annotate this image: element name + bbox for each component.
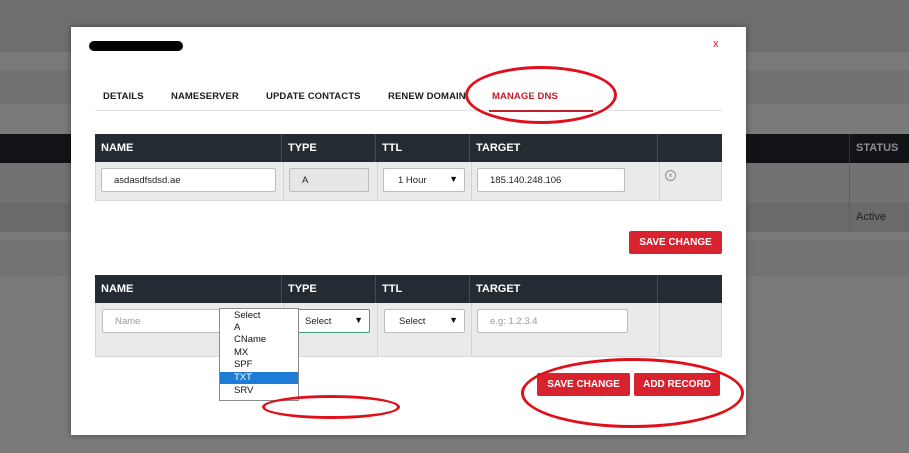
divider	[471, 303, 472, 357]
bg-status-cell-empty	[849, 163, 909, 203]
add-record-button[interactable]: ADD RECORD	[634, 373, 720, 396]
type-value: Select	[305, 316, 332, 327]
table-row: Name Select ▼ Select ▼ e.g: 1.2.3.4	[95, 303, 722, 357]
col-actions	[658, 134, 722, 162]
option-cname[interactable]: CName	[220, 334, 298, 346]
domain-modal: x DETAILS NAMESERVER UPDATE CONTACTS REN…	[71, 27, 746, 435]
record-ttl-select[interactable]: 1 Hour ▼	[383, 168, 465, 192]
bg-status-value: Active	[849, 203, 909, 232]
ttl-value: 1 Hour	[398, 175, 427, 186]
close-icon[interactable]: x	[713, 38, 719, 50]
tab-renew-domain[interactable]: RENEW DOMAIN	[388, 91, 466, 102]
col-type: TYPE	[282, 275, 376, 303]
col-ttl: TTL	[376, 275, 470, 303]
tab-bar: DETAILS NAMESERVER UPDATE CONTACTS RENEW…	[95, 73, 722, 112]
new-ttl-select[interactable]: Select ▼	[384, 309, 465, 333]
active-tab-indicator	[489, 110, 593, 112]
caret-down-icon: ▼	[354, 315, 363, 325]
caret-down-icon: ▼	[449, 174, 458, 184]
option-txt[interactable]: TXT	[220, 372, 298, 384]
col-name: NAME	[95, 275, 282, 303]
divider	[283, 162, 284, 201]
option-a[interactable]: A	[220, 322, 298, 334]
remove-record-icon[interactable]: ×	[665, 170, 676, 181]
option-mx[interactable]: MX	[220, 347, 298, 359]
redacted-title	[89, 41, 183, 51]
existing-records-table: NAME TYPE TTL TARGET asdasdfsdsd.ae A 1 …	[95, 134, 722, 201]
table-header: NAME TYPE TTL TARGET	[95, 275, 722, 303]
option-spf[interactable]: SPF	[220, 359, 298, 369]
col-ttl: TTL	[376, 134, 470, 162]
record-type-field: A	[289, 168, 369, 192]
divider	[471, 162, 472, 201]
col-name: NAME	[95, 134, 282, 162]
divider	[659, 303, 660, 357]
save-change-button-bottom[interactable]: SAVE CHANGE	[537, 373, 630, 396]
table-header: NAME TYPE TTL TARGET	[95, 134, 722, 162]
option-srv[interactable]: SRV	[220, 385, 298, 397]
col-actions	[658, 275, 722, 303]
new-target-input[interactable]: e.g: 1.2.3.4	[477, 309, 628, 333]
caret-down-icon: ▼	[449, 315, 458, 325]
col-target: TARGET	[470, 134, 658, 162]
divider	[377, 303, 378, 357]
type-dropdown-list: Select A CName MX SPF TXT SRV	[219, 308, 299, 401]
table-row: asdasdfsdsd.ae A 1 Hour ▼ 185.140.248.10…	[95, 162, 722, 201]
tab-update-contacts[interactable]: UPDATE CONTACTS	[266, 91, 361, 102]
col-target: TARGET	[470, 275, 658, 303]
tab-manage-dns[interactable]: MANAGE DNS	[492, 91, 558, 102]
col-type: TYPE	[282, 134, 376, 162]
tab-nameserver[interactable]: NAMESERVER	[171, 91, 239, 102]
bg-status-header: STATUS	[849, 134, 909, 163]
new-type-select[interactable]: Select ▼	[290, 309, 370, 333]
tab-details[interactable]: DETAILS	[103, 91, 144, 102]
record-name-field[interactable]: asdasdfsdsd.ae	[101, 168, 276, 192]
save-change-button-top[interactable]: SAVE CHANGE	[629, 231, 722, 254]
ttl-value: Select	[399, 316, 426, 327]
divider	[377, 162, 378, 201]
option-select[interactable]: Select	[220, 310, 298, 322]
divider	[659, 162, 660, 201]
new-record-table: NAME TYPE TTL TARGET Name Select ▼ Selec…	[95, 275, 722, 357]
record-target-field[interactable]: 185.140.248.106	[477, 168, 625, 192]
